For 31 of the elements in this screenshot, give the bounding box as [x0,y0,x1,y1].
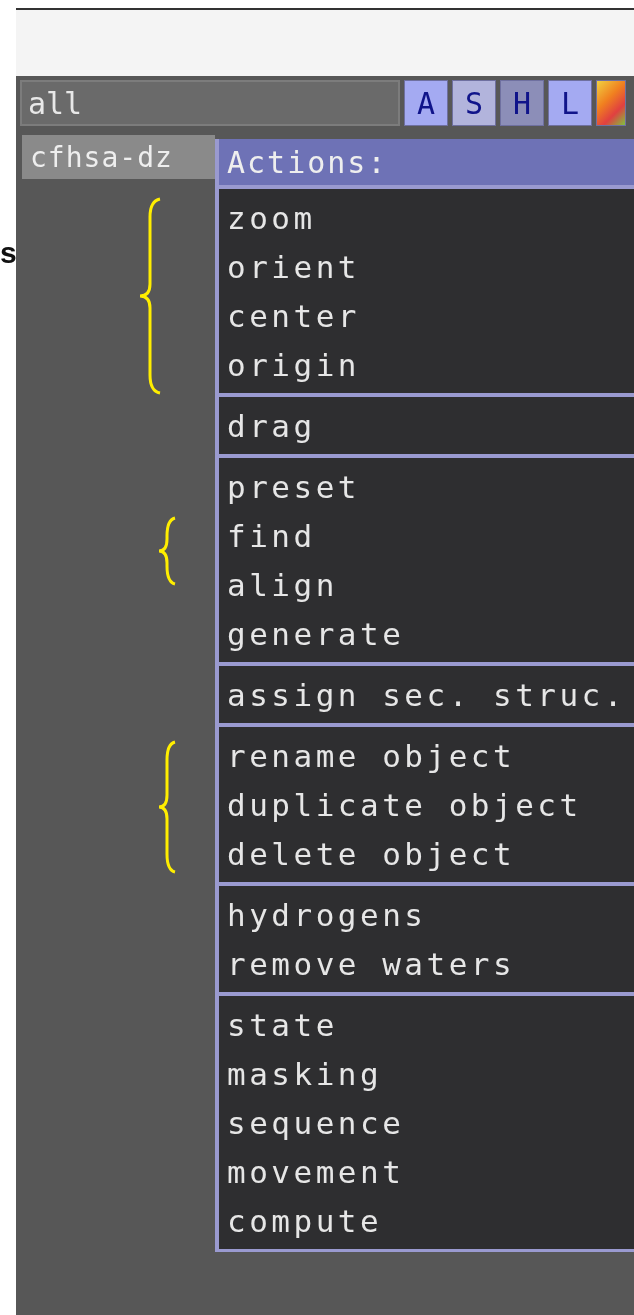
menu-item[interactable]: orient [219,242,634,291]
selector-field[interactable]: all [20,80,400,126]
brace-icon [138,197,162,395]
brace-icon [157,516,177,586]
menu-item[interactable]: preset [219,462,634,511]
menu-item[interactable]: masking [219,1049,634,1098]
menu-item[interactable]: rename object [219,731,634,780]
brace-icon [157,740,177,874]
menu-item[interactable]: remove waters [219,939,634,988]
menu-item[interactable]: sequence [219,1098,634,1147]
side-letter: s [0,236,17,270]
menu-item[interactable]: duplicate object [219,780,634,829]
menu-item[interactable]: hydrogens [219,890,634,939]
menu-item[interactable]: state [219,1000,634,1049]
toggle-button[interactable]: S [452,80,496,126]
toggle-button[interactable]: A [404,80,448,126]
menu-title: Actions: [219,139,634,185]
menu-item[interactable]: movement [219,1147,634,1196]
menu-item[interactable]: delete object [219,829,634,878]
menu-item[interactable]: compute [219,1196,634,1245]
toggle-button[interactable]: L [548,80,592,126]
menu-item[interactable]: generate [219,609,634,658]
toggle-button[interactable]: H [500,80,544,126]
menu-item[interactable]: origin [219,340,634,389]
menu-item[interactable]: center [219,291,634,340]
menu-item[interactable]: find [219,511,634,560]
menu-item[interactable]: align [219,560,634,609]
menu-item[interactable]: drag [219,401,634,450]
menu-item[interactable]: zoom [219,193,634,242]
menu-item[interactable]: assign sec. struc. [219,670,634,719]
color-button[interactable] [596,80,626,126]
